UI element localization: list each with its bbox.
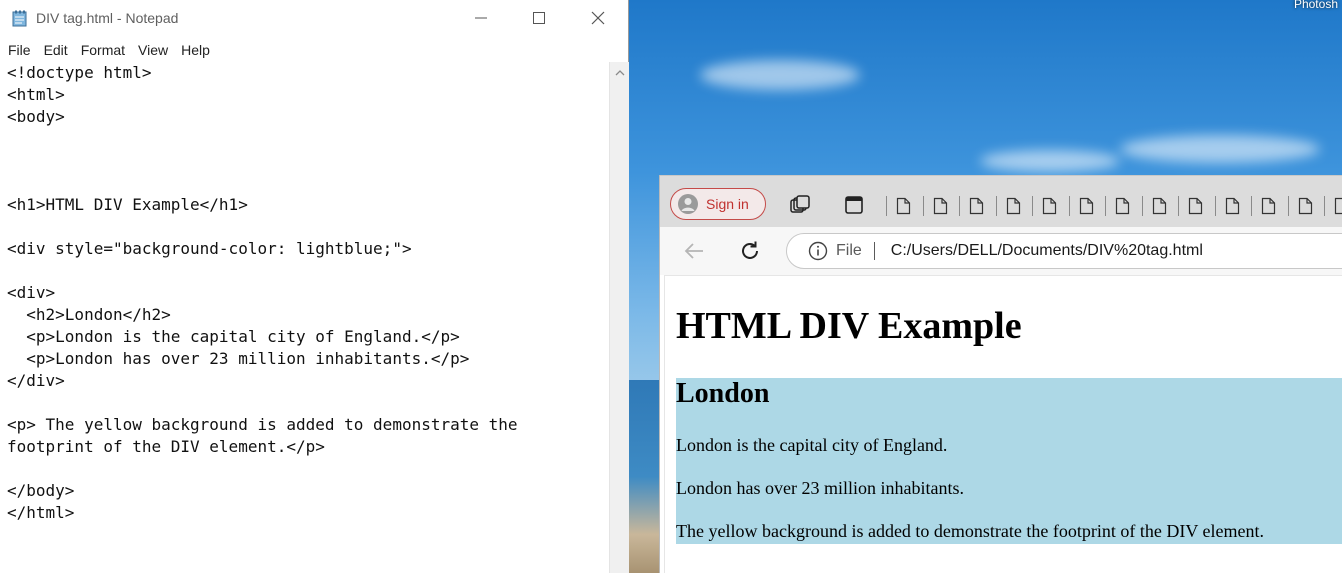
menu-file[interactable]: File (0, 38, 36, 62)
browser-tab[interactable] (1068, 194, 1106, 218)
close-icon (591, 11, 605, 25)
refresh-icon[interactable] (738, 239, 762, 263)
tab-separator (1068, 196, 1070, 216)
page-document-icon (1006, 197, 1020, 215)
tab-strip (886, 194, 1342, 218)
vertical-scrollbar[interactable] (609, 62, 629, 573)
tab-separator (886, 196, 887, 216)
browser-tab[interactable] (886, 194, 923, 218)
browser-tab[interactable] (1287, 194, 1325, 218)
page-document-icon (1298, 197, 1312, 215)
maximize-icon (533, 12, 545, 24)
tab-separator (1141, 196, 1143, 216)
text-editor[interactable]: <!doctype html> <html> <body> <h1>HTML D… (0, 62, 609, 573)
scroll-up-icon[interactable] (614, 68, 626, 78)
wallpaper-cloud (700, 60, 860, 90)
menu-help[interactable]: Help (173, 38, 215, 62)
menu-format[interactable]: Format (73, 38, 130, 62)
london-heading: London (676, 378, 770, 409)
page-document-icon (1042, 197, 1057, 215)
browser-tab[interactable] (1105, 194, 1142, 218)
page-document-icon (1261, 197, 1276, 215)
page-document-icon (969, 197, 984, 215)
browser-tab[interactable] (1251, 194, 1288, 218)
tab-separator (922, 196, 924, 216)
paragraph-capital: London is the capital city of England. (676, 435, 948, 455)
page-document-icon (1334, 197, 1342, 215)
page-document-icon (1115, 197, 1130, 215)
scheme-label: File (836, 242, 862, 259)
page-viewport: HTML DIV Example London London is the ca… (664, 275, 1342, 573)
browser-tab[interactable] (1324, 194, 1342, 218)
browser-tab[interactable] (995, 194, 1033, 218)
address-row: File C:/Users/DELL/Documents/DIV%20tag.h… (660, 227, 1342, 275)
address-divider (873, 242, 875, 260)
browser-tab[interactable] (1141, 194, 1179, 218)
browser-tab-bar: Sign in (660, 175, 1342, 228)
sign-in-button[interactable]: Sign in (670, 188, 766, 220)
browser-tab[interactable] (959, 194, 996, 218)
minimize-icon (475, 17, 487, 19)
page-document-icon (1225, 197, 1239, 215)
browser-tab[interactable] (1214, 194, 1252, 218)
maximize-button[interactable] (510, 0, 568, 36)
page-document-icon (1152, 197, 1166, 215)
paragraph-footprint: The yellow background is added to demons… (676, 521, 1265, 541)
page-document-icon (1188, 197, 1203, 215)
notepad-window: DIV tag.html - Notepad File Edit Format … (0, 0, 629, 573)
desktop-shortcut-label[interactable]: Photosh (1294, 0, 1338, 11)
lightblue-div: London London is the capital city of Eng… (676, 378, 1342, 544)
close-button[interactable] (569, 0, 627, 36)
tab-separator (1287, 196, 1289, 216)
wallpaper-cloud (1120, 135, 1320, 163)
browser-tab[interactable] (1032, 194, 1069, 218)
tab-actions-icon[interactable] (843, 194, 865, 216)
window-title: DIV tag.html - Notepad (36, 10, 179, 26)
page-document-icon (1079, 197, 1093, 215)
browser-tab[interactable] (1178, 194, 1215, 218)
tab-separator (1032, 196, 1033, 216)
menu-bar: File Edit Format View Help (0, 38, 628, 62)
tab-separator (959, 196, 960, 216)
desktop: Photosh DIV tag.html - Notepad File Edit… (0, 0, 1342, 573)
menu-view[interactable]: View (130, 38, 173, 62)
tab-separator (1105, 196, 1106, 216)
wallpaper-cloud (980, 150, 1120, 172)
tab-separator (1214, 196, 1216, 216)
notepad-app-icon (12, 10, 27, 27)
tab-separator (995, 196, 997, 216)
browser-window: Sign in File C:/Users/DELL/Documents/DIV… (659, 175, 1342, 573)
profile-avatar-icon (678, 194, 698, 214)
menu-edit[interactable]: Edit (36, 38, 73, 62)
minimize-button[interactable] (452, 0, 510, 36)
tab-separator (1178, 196, 1179, 216)
page-heading: HTML DIV Example (676, 305, 1022, 347)
workspaces-icon[interactable] (789, 194, 811, 216)
info-icon[interactable] (808, 241, 828, 261)
sign-in-label: Sign in (706, 196, 749, 212)
page-document-icon (896, 197, 911, 215)
page-document-icon (933, 197, 947, 215)
address-bar[interactable]: File C:/Users/DELL/Documents/DIV%20tag.h… (786, 233, 1342, 269)
browser-tab[interactable] (922, 194, 960, 218)
url-text[interactable]: C:/Users/DELL/Documents/DIV%20tag.html (891, 242, 1203, 260)
tab-separator (1251, 196, 1252, 216)
paragraph-inhabitants: London has over 23 million inhabitants. (676, 478, 964, 498)
back-arrow-icon[interactable] (682, 239, 706, 263)
notepad-titlebar[interactable]: DIV tag.html - Notepad (0, 0, 628, 38)
editor-content[interactable]: <!doctype html> <html> <body> <h1>HTML D… (0, 62, 609, 524)
tab-separator (1324, 196, 1325, 216)
